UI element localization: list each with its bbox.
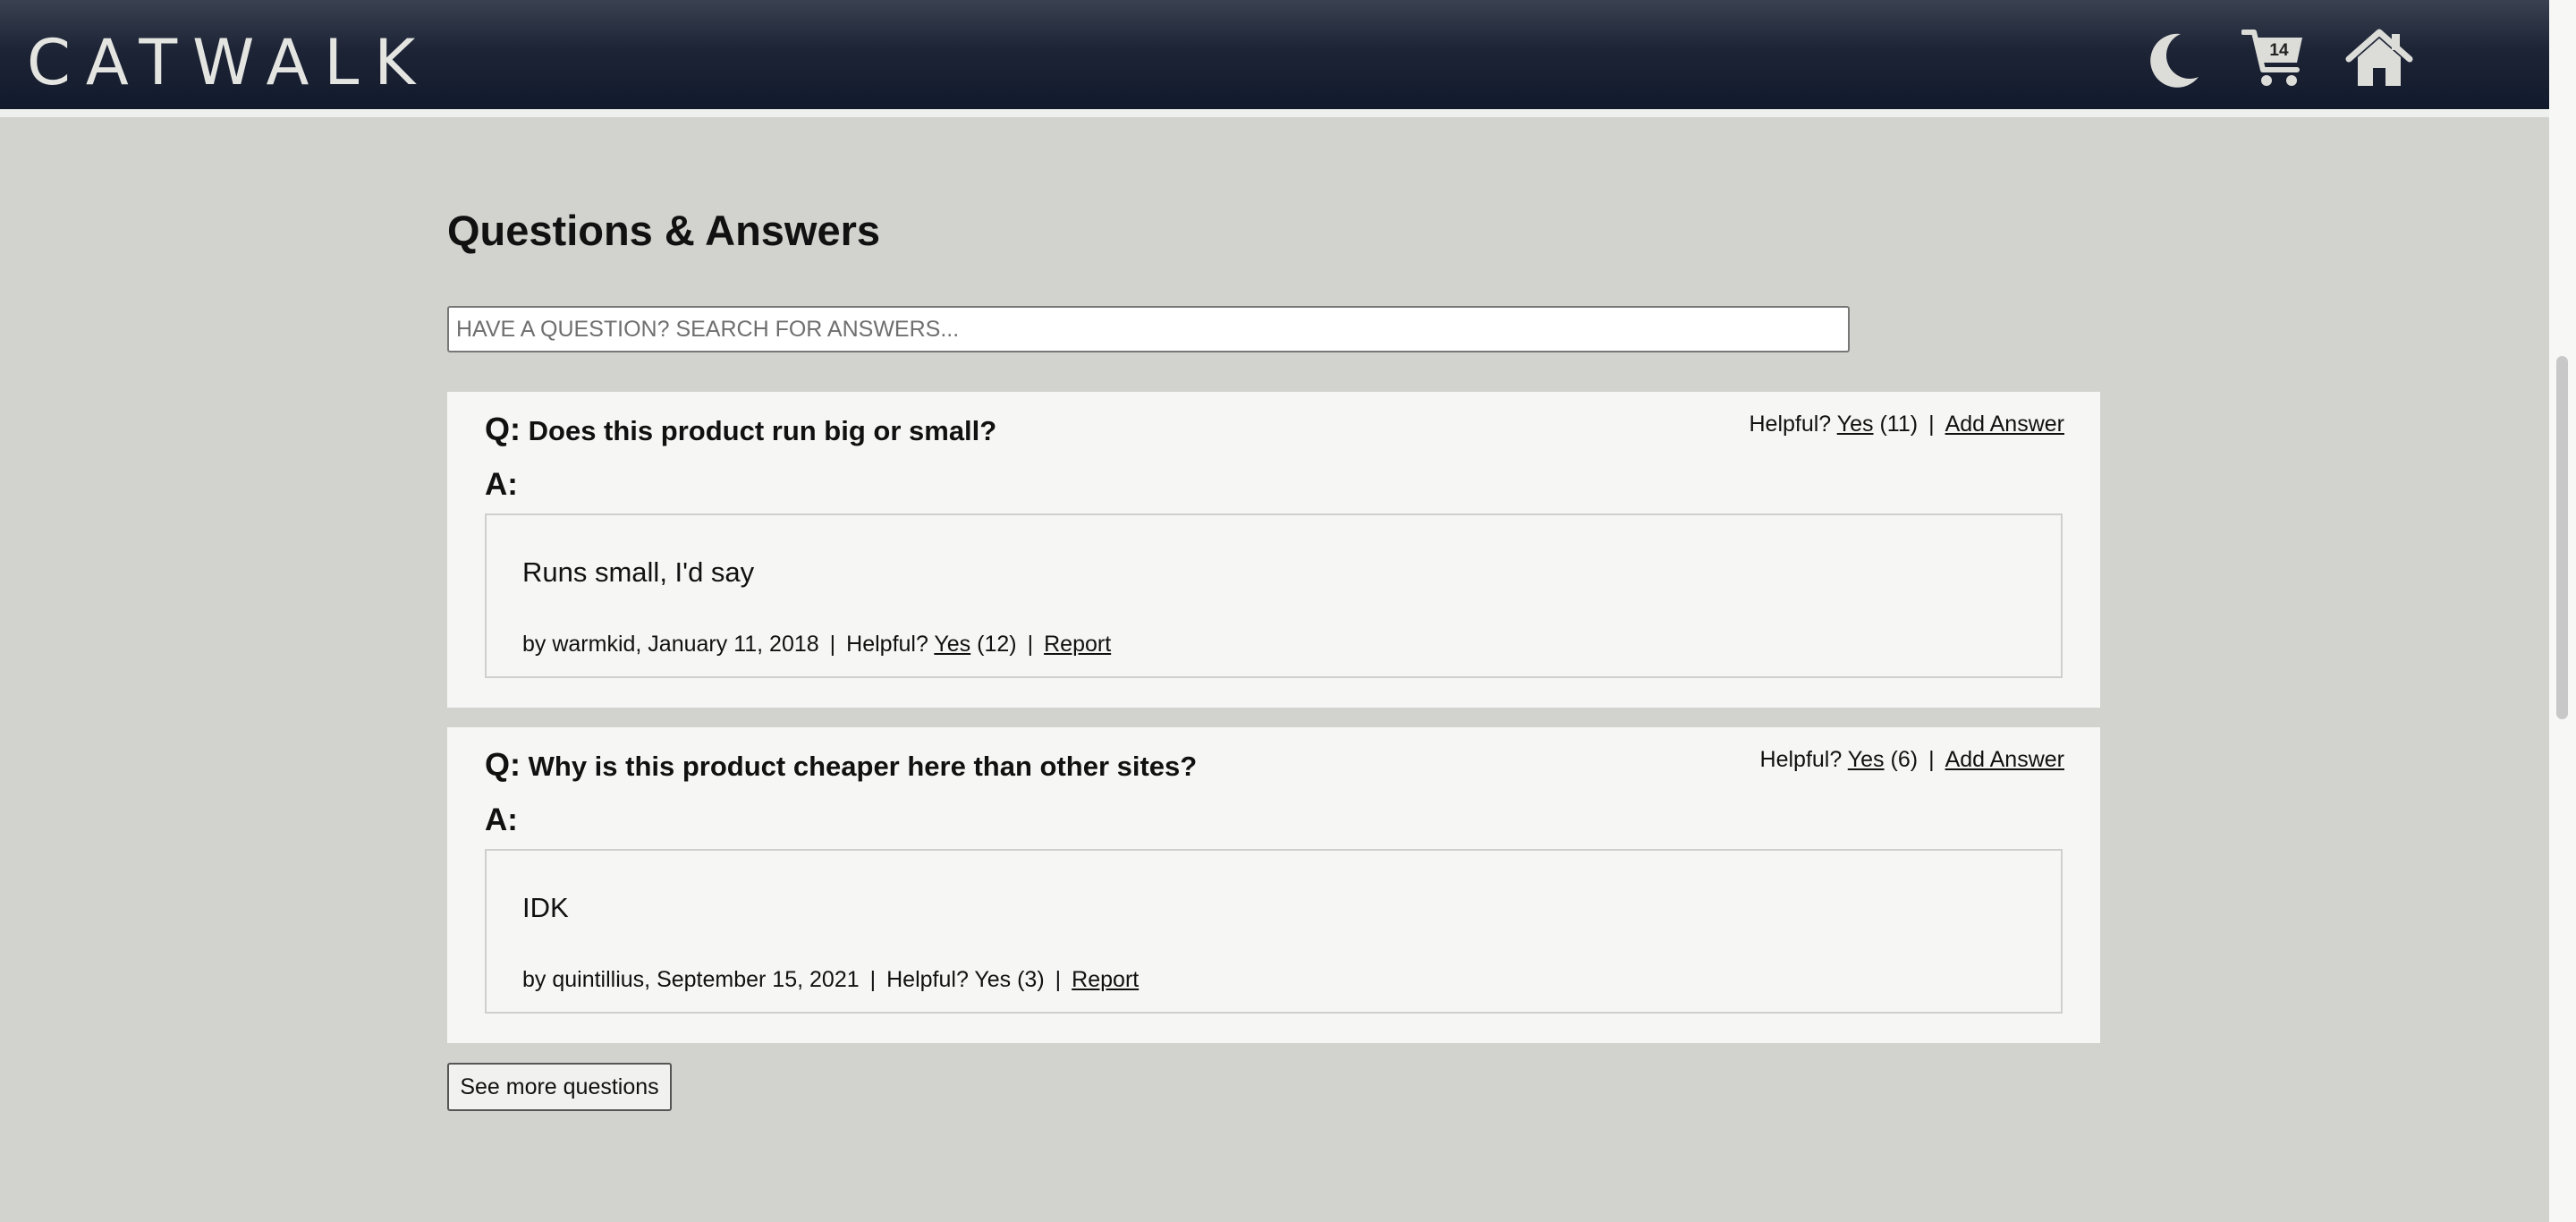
answer-helpful-label: Helpful? — [886, 967, 969, 992]
answer-meta: by warmkid, January 11, 2018 | Helpful? Ye… — [522, 629, 1111, 659]
answer-helpful-count: (3) — [1017, 967, 1045, 992]
question-helpful-label: Helpful? — [1759, 747, 1843, 772]
home-icon[interactable] — [2345, 27, 2413, 89]
question-body: Does this product run big or small? — [528, 415, 997, 446]
separator: | — [1027, 632, 1034, 657]
separator: | — [1928, 747, 1935, 772]
moon-icon[interactable] — [2145, 27, 2202, 89]
separator: | — [869, 967, 877, 992]
answer-body: IDK — [522, 892, 569, 923]
scrollbar-thumb[interactable] — [2556, 356, 2568, 719]
question-helpful-yes-link[interactable]: Yes — [1837, 412, 1874, 437]
question-card: Q: Why is this product cheaper here than… — [447, 727, 2100, 1043]
question-helpful-count: (11) — [1879, 412, 1919, 437]
question-helpful-label: Helpful? — [1749, 412, 1832, 437]
top-navigation-bar: CATWALK 14 — [0, 0, 2549, 117]
add-answer-link[interactable]: Add Answer — [1945, 412, 2064, 437]
question-text: Q: Does this product run big or small? — [485, 410, 996, 451]
separator: | — [1928, 412, 1935, 437]
report-link[interactable]: Report — [1072, 967, 1139, 992]
question-meta: Helpful? Yes (11) | Add Answer — [1749, 406, 2064, 442]
answer-body: Runs small, I'd say — [522, 556, 755, 588]
answer-helpful-count: (12) — [977, 632, 1017, 657]
answer-author-date: by warmkid, January 11, 2018 — [522, 632, 819, 657]
question-text: Q: Why is this product cheaper here than… — [485, 745, 1197, 786]
answer-helpful-label: Helpful? — [846, 632, 928, 657]
question-meta: Helpful? Yes (6) | Add Answer — [1760, 742, 2064, 777]
answer-label: A: — [485, 467, 518, 502]
answer-author-date: by quintillius, September 15, 2021 — [522, 967, 860, 992]
answer-helpful-yes: Yes — [974, 967, 1012, 992]
question-helpful-yes-link[interactable]: Yes — [1848, 747, 1885, 772]
question-search-input[interactable] — [447, 306, 1850, 352]
site-logo[interactable]: CATWALK — [27, 27, 430, 98]
answer-helpful-yes-link[interactable]: Yes — [934, 632, 970, 657]
question-helpful-count: (6) — [1890, 747, 1919, 772]
cart-count-badge: 14 — [2269, 41, 2289, 60]
question-body: Why is this product cheaper here than ot… — [528, 751, 1198, 782]
add-answer-link[interactable]: Add Answer — [1945, 747, 2064, 772]
answer-meta: by quintillius, September 15, 2021 | Helpf… — [522, 964, 1139, 995]
question-prefix: Q: — [485, 411, 521, 447]
report-link[interactable]: Report — [1044, 632, 1111, 657]
question-card: Q: Does this product run big or small? H… — [447, 392, 2100, 708]
separator: | — [829, 632, 836, 657]
question-prefix: Q: — [485, 746, 521, 783]
answer-label: A: — [485, 802, 518, 837]
separator: | — [1055, 967, 1062, 992]
qa-section-title: Questions & Answers — [447, 207, 881, 254]
answer-box: IDK by quintillius, September 15, 2021 | H… — [485, 849, 2063, 1014]
answer-box: Runs small, I'd say by warmkid, January … — [485, 513, 2063, 678]
see-more-questions-button[interactable]: See more questions — [447, 1063, 672, 1111]
